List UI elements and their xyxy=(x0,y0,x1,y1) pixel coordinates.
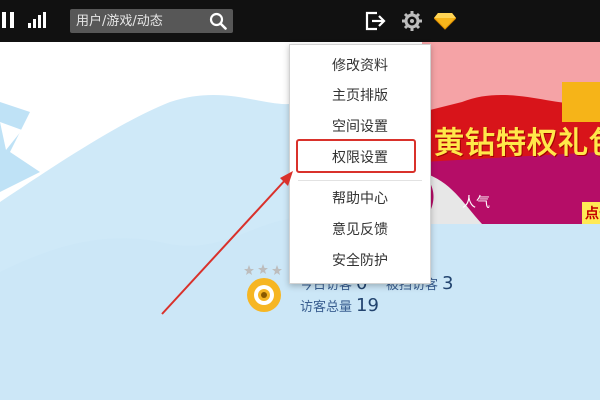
search-icon[interactable] xyxy=(209,12,227,30)
search-input[interactable] xyxy=(76,12,204,30)
menu-item-feedback[interactable]: 意见反馈 xyxy=(290,216,430,244)
stat-total: 访客总量 19 xyxy=(300,295,379,316)
gear-icon[interactable] xyxy=(401,10,423,32)
stat-total-label: 访客总量 xyxy=(300,300,353,315)
menu-item-space-settings[interactable]: 空间设置 xyxy=(290,113,430,141)
stat-total-value: 19 xyxy=(356,295,379,316)
promo-banner[interactable]: 黄钻特权礼包 人气 点击 xyxy=(422,42,600,224)
diamond-icon[interactable] xyxy=(434,12,456,30)
signal-bars-icon[interactable] xyxy=(28,12,48,28)
top-navigation-bar xyxy=(0,0,600,42)
promo-subtext: 人气 xyxy=(462,195,490,211)
promo-headline: 黄钻特权礼包 xyxy=(434,126,600,161)
menu-item-security[interactable]: 安全防护 xyxy=(290,247,430,275)
visitor-eye-icon xyxy=(247,278,281,312)
menu-divider xyxy=(298,180,422,181)
promo-click-label[interactable]: 点击 xyxy=(582,202,600,224)
menu-item-edit-profile[interactable]: 修改资料 xyxy=(290,52,430,80)
search-box xyxy=(70,9,233,33)
menu-item-help-center[interactable]: 帮助中心 xyxy=(290,185,430,213)
stars-icon xyxy=(244,264,282,275)
menu-item-homepage-layout[interactable]: 主页排版 xyxy=(290,82,430,110)
highlight-box xyxy=(296,139,416,173)
stat-blocked-value: 3 xyxy=(442,273,454,294)
logout-icon[interactable] xyxy=(364,10,386,32)
pause-icon[interactable] xyxy=(2,12,16,28)
